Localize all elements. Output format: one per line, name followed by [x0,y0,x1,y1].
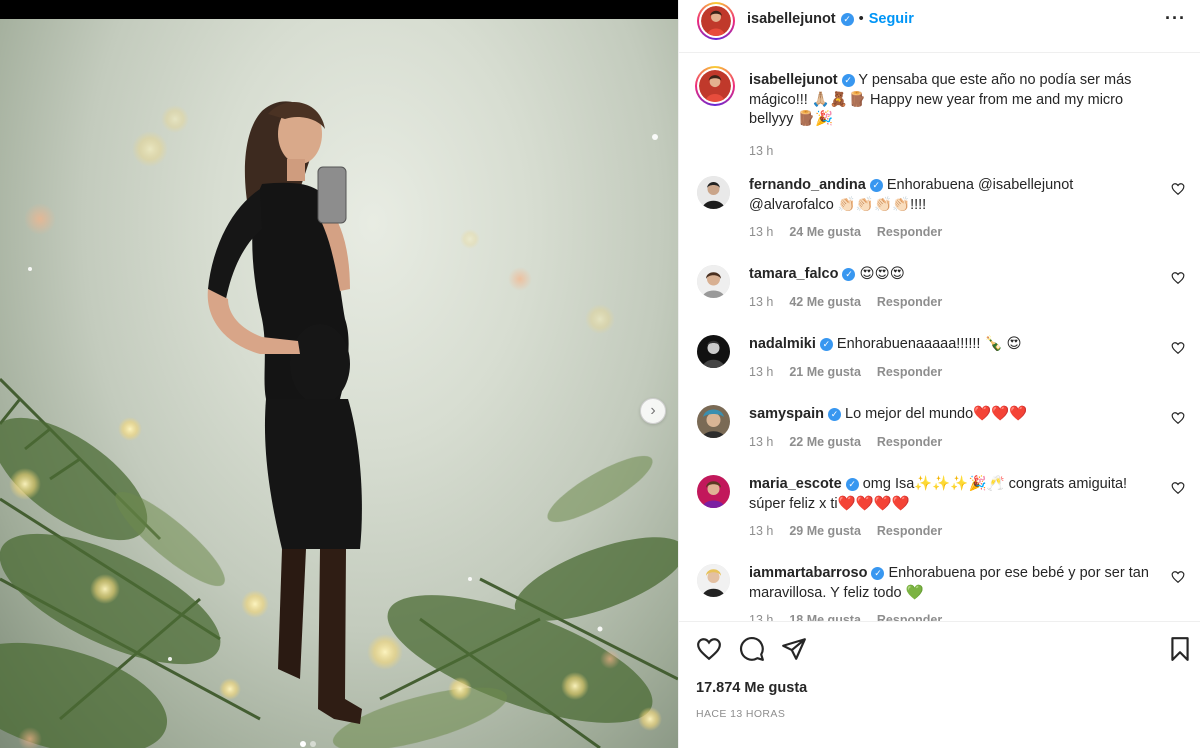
caption-username[interactable]: isabellejunot [749,71,838,91]
comment-icon[interactable] [739,636,765,662]
chevron-right-icon: › [650,402,656,419]
reply-button[interactable]: Responder [877,293,942,313]
caption-body: isabellejunot ✓ Y pensaba que este año no… [749,71,1159,161]
comment-likes[interactable]: 18 Me gusta [789,611,861,621]
comment-body: tamara_falco ✓ 😍😍😍 13 h 42 Me gusta Respond… [749,265,1149,312]
comment-likes[interactable]: 22 Me gusta [789,433,861,453]
more-options-icon[interactable]: ··· [1165,8,1186,29]
comment-time[interactable]: 13 h [749,522,773,542]
comment-time[interactable]: 13 h [749,433,773,453]
commenter-avatar[interactable] [697,335,730,368]
comment-body: fernando_andina ✓ Enhorabuena @isabelleju… [749,176,1149,243]
verified-badge-icon: ✓ [842,268,856,282]
share-icon[interactable] [781,636,807,662]
commenter-avatar[interactable] [697,176,730,209]
post-header: isabellejunot ✓ • Seguir ··· [679,0,1200,53]
comment-time[interactable]: 13 h [749,611,773,621]
comment-username[interactable]: maria_escote [749,475,842,495]
author-avatar-ring[interactable] [697,2,735,40]
like-comment-heart-icon[interactable] [1171,182,1185,196]
bookmark-icon[interactable] [1167,636,1193,662]
like-comment-heart-icon[interactable] [1171,341,1185,355]
verified-badge-icon: ✓ [841,74,855,88]
like-comment-heart-icon[interactable] [1171,411,1185,425]
media-top-bar [0,0,678,19]
comment-body: nadalmiki ✓ Enhorabuenaaaaa!!!!!! 🍾 😍 13 … [749,335,1149,382]
caption-avatar [699,70,731,102]
author-avatar [701,6,731,36]
reply-button[interactable]: Responder [877,522,942,542]
verified-badge-icon: ✓ [827,408,841,422]
comment-time[interactable]: 13 h [749,363,773,383]
comment-likes[interactable]: 29 Me gusta [789,522,861,542]
like-comment-heart-icon[interactable] [1171,271,1185,285]
comment-likes[interactable]: 21 Me gusta [789,363,861,383]
comment-body: maria_escote ✓ omg Isa✨✨✨🎉🥂 congrats amig… [749,475,1149,542]
comment-username[interactable]: iammartabarroso [749,564,867,584]
header-user-row: isabellejunot ✓ • Seguir [747,11,914,27]
likes-count[interactable]: 17.874 Me gusta [696,680,807,696]
post-actions: 17.874 Me gusta HACE 13 HORAS [679,621,1200,748]
commenter-avatar[interactable] [697,475,730,508]
verified-badge-icon: ✓ [871,567,885,581]
commenter-avatar[interactable] [697,265,730,298]
follow-button[interactable]: Seguir [869,11,914,27]
comment-body: samyspain ✓ Lo mejor del mundo❤️❤️❤️ 13 h… [749,405,1149,452]
carousel-next-button[interactable]: › [640,398,666,424]
verified-badge-icon: ✓ [845,478,859,492]
comment-text: Lo mejor del mundo❤️❤️❤️ [845,406,1028,422]
caption-time[interactable]: 13 h [749,142,773,162]
carousel-indicators [300,741,316,747]
commenter-avatar[interactable] [697,564,730,597]
comment-likes[interactable]: 42 Me gusta [789,293,861,313]
separator-dot: • [858,11,864,27]
reply-button[interactable]: Responder [877,363,942,383]
like-comment-heart-icon[interactable] [1171,481,1185,495]
reply-button[interactable]: Responder [877,433,942,453]
comment-text: Enhorabuenaaaaa!!!!!! 🍾 😍 [836,336,1022,352]
comment-username[interactable]: fernando_andina [749,176,866,196]
post-photo[interactable]: › [0,19,678,748]
post-timestamp[interactable]: HACE 13 HORAS [696,708,785,720]
verified-badge-icon: ✓ [869,179,883,193]
comment-likes[interactable]: 24 Me gusta [789,223,861,243]
reply-button[interactable]: Responder [877,611,942,621]
carousel-dot [310,741,316,747]
comment-username[interactable]: tamara_falco [749,265,838,285]
author-username[interactable]: isabellejunot [747,11,836,27]
verified-badge-icon: ✓ [819,338,833,352]
comments-list[interactable]: isabellejunot ✓ Y pensaba que este año no… [679,54,1200,621]
commenter-avatar[interactable] [697,405,730,438]
like-comment-heart-icon[interactable] [1171,570,1185,584]
reply-button[interactable]: Responder [877,223,942,243]
post-media: › [0,0,678,748]
comment-time[interactable]: 13 h [749,293,773,313]
comment-username[interactable]: nadalmiki [749,335,816,355]
verified-badge-icon: ✓ [840,12,854,26]
comment-time[interactable]: 13 h [749,223,773,243]
post-sidebar: isabellejunot ✓ • Seguir ··· isabellejun… [678,0,1200,748]
photo-illustration [0,101,678,748]
comment-body: iammartabarroso ✓ Enhorabuena por ese beb… [749,564,1149,621]
comment-text: 😍😍😍 [859,266,905,282]
carousel-dot-active [300,741,306,747]
comment-username[interactable]: samyspain [749,405,824,425]
heart-icon[interactable] [696,636,722,662]
caption-avatar-ring[interactable] [695,66,735,106]
